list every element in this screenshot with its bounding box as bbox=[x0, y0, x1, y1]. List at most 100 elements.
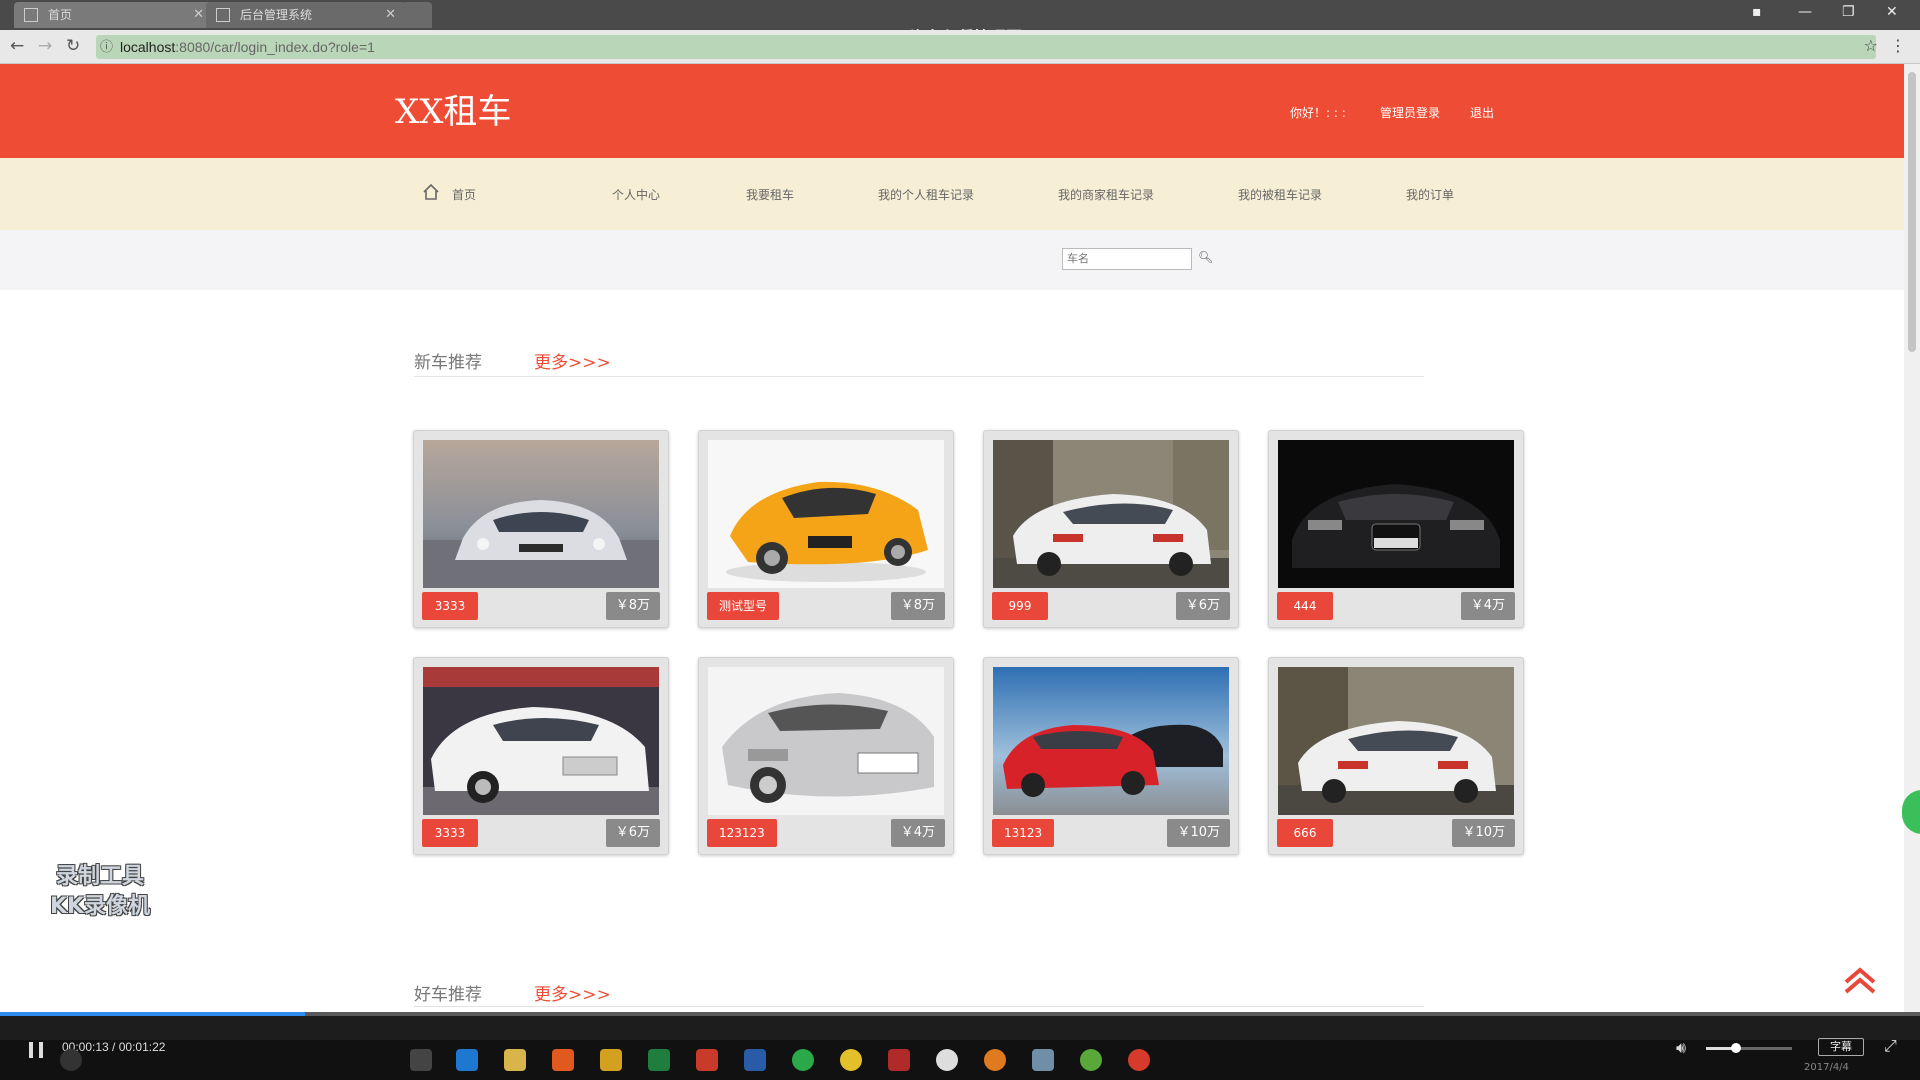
app-icon[interactable] bbox=[1032, 1049, 1054, 1071]
nav-item-merchant-rental-records[interactable]: 我的商家租车记录 bbox=[1058, 186, 1154, 203]
recorder-watermark: 录制工具 KK录像机 bbox=[30, 862, 170, 922]
car-image[interactable] bbox=[708, 440, 944, 588]
car-image[interactable] bbox=[708, 667, 944, 815]
search-input[interactable] bbox=[1062, 248, 1192, 270]
car-name-badge[interactable]: 3333 bbox=[422, 592, 478, 620]
excel-icon[interactable] bbox=[648, 1049, 670, 1071]
info-icon[interactable]: ⓘ bbox=[100, 35, 113, 59]
browser-menu-icon[interactable]: ⋮ bbox=[1890, 36, 1906, 55]
main-nav: 首页 个人中心 我要租车 我的个人租车记录 我的商家租车记录 我的被租车记录 我… bbox=[0, 158, 1904, 230]
minimize-icon[interactable]: — bbox=[1798, 4, 1812, 20]
car-price-badge: ￥8万 bbox=[890, 592, 945, 620]
nav-item-rented-out-records[interactable]: 我的被租车记录 bbox=[1238, 186, 1322, 203]
car-card[interactable]: 666 ￥10万 bbox=[1268, 657, 1524, 855]
forward-icon[interactable]: → bbox=[38, 36, 52, 56]
car-card[interactable]: 13123 ￥10万 bbox=[983, 657, 1239, 855]
home-icon bbox=[423, 183, 439, 200]
car-price-badge: ￥8万 bbox=[605, 592, 660, 620]
car-price-badge: ￥6万 bbox=[1175, 592, 1230, 620]
greeting-text: 你好！: : : bbox=[1290, 106, 1346, 120]
app-icon[interactable] bbox=[1080, 1049, 1102, 1071]
section-divider bbox=[414, 376, 1424, 377]
restore-icon[interactable]: ❐ bbox=[1842, 4, 1855, 20]
url-host: localhost bbox=[120, 39, 176, 55]
url-field[interactable]: ⓘ localhost:8080/car/login_index.do?role… bbox=[96, 35, 1876, 59]
logout-link[interactable]: 退出 bbox=[1470, 104, 1494, 121]
volume-icon[interactable]: 🔊︎ bbox=[1676, 1038, 1686, 1058]
search-icon[interactable]: 🔍︎ bbox=[1198, 250, 1213, 264]
address-bar: ← → ↻ ⓘ localhost:8080/car/login_index.d… bbox=[0, 30, 1920, 64]
car-image[interactable] bbox=[1278, 667, 1514, 815]
system-date: 2017/4/4 bbox=[1804, 1062, 1849, 1073]
car-name-badge[interactable]: 444 bbox=[1277, 592, 1333, 620]
subtitle-button[interactable]: 字幕 bbox=[1818, 1038, 1864, 1056]
car-price-badge: ￥10万 bbox=[1452, 819, 1515, 847]
site-header: XX租车 你好！: : : 管理员登录 退出 bbox=[0, 64, 1904, 158]
car-name-badge[interactable]: 123123 bbox=[707, 819, 777, 847]
car-image[interactable] bbox=[423, 667, 659, 815]
app-icon[interactable] bbox=[936, 1049, 958, 1071]
car-name-badge[interactable]: 999 bbox=[992, 592, 1048, 620]
wechat-icon[interactable] bbox=[792, 1049, 814, 1071]
site-logo[interactable]: XX租车 bbox=[395, 84, 511, 133]
more-link-good-cars[interactable]: 更多>>> bbox=[534, 980, 611, 1005]
car-card[interactable]: 444 ￥4万 bbox=[1268, 430, 1524, 628]
car-image[interactable] bbox=[993, 440, 1229, 588]
app-icon[interactable] bbox=[840, 1049, 862, 1071]
car-name-badge[interactable]: 13123 bbox=[992, 819, 1055, 847]
car-image[interactable] bbox=[993, 667, 1229, 815]
page-scrollbar[interactable] bbox=[1904, 64, 1920, 1024]
pause-icon[interactable] bbox=[26, 1040, 46, 1060]
bookmark-star-icon[interactable]: ☆ bbox=[1864, 36, 1878, 55]
section-divider bbox=[414, 1006, 1424, 1007]
app-icon[interactable] bbox=[888, 1049, 910, 1071]
total-time: 00:01:22 bbox=[118, 1040, 166, 1054]
firefox-icon[interactable] bbox=[552, 1049, 574, 1071]
page-icon bbox=[24, 8, 38, 22]
page-icon bbox=[216, 8, 230, 22]
task-view-icon[interactable] bbox=[410, 1049, 432, 1071]
folder-icon[interactable] bbox=[504, 1049, 526, 1071]
watermark-line: 录制工具 bbox=[55, 864, 144, 889]
reload-icon[interactable]: ↻ bbox=[66, 36, 80, 56]
app-icon[interactable] bbox=[1128, 1049, 1150, 1071]
window-close-icon[interactable]: ✕ bbox=[1886, 4, 1898, 20]
car-price-badge: ￥4万 bbox=[890, 819, 945, 847]
car-card[interactable]: 测试型号 ￥8万 bbox=[698, 430, 954, 628]
car-name-badge[interactable]: 3333 bbox=[422, 819, 478, 847]
scrollbar-thumb[interactable] bbox=[1908, 72, 1916, 352]
volume-slider[interactable] bbox=[1706, 1043, 1792, 1053]
tab-label: 首页 bbox=[48, 8, 73, 22]
word-icon[interactable] bbox=[744, 1049, 766, 1071]
edge-icon[interactable] bbox=[456, 1049, 478, 1071]
taskbar bbox=[0, 1040, 1920, 1080]
nav-item-personal-rental-records[interactable]: 我的个人租车记录 bbox=[878, 186, 974, 203]
url-path: :8080/car/login_index.do?role=1 bbox=[175, 39, 375, 55]
nav-item-my-orders[interactable]: 我的订单 bbox=[1406, 186, 1454, 203]
car-card[interactable]: 123123 ￥4万 bbox=[698, 657, 954, 855]
back-to-top-icon[interactable] bbox=[1842, 966, 1878, 994]
fullscreen-icon[interactable]: ⤢ bbox=[1884, 1036, 1897, 1056]
chrome-icon[interactable] bbox=[600, 1049, 622, 1071]
search-bar: 🔍︎ bbox=[0, 230, 1904, 290]
car-image[interactable] bbox=[423, 440, 659, 588]
more-link-new-cars[interactable]: 更多>>> bbox=[534, 348, 611, 373]
tab-label: 后台管理系统 bbox=[240, 8, 313, 22]
user-icon[interactable]: ▪ bbox=[1752, 4, 1762, 20]
car-price-badge: ￥10万 bbox=[1167, 819, 1230, 847]
nav-item-rent-car[interactable]: 我要租车 bbox=[746, 186, 794, 203]
car-price-badge: ￥6万 bbox=[605, 819, 660, 847]
car-card[interactable]: 3333 ￥8万 bbox=[413, 430, 669, 628]
car-name-badge[interactable]: 测试型号 bbox=[707, 592, 780, 620]
powerpoint-icon[interactable] bbox=[696, 1049, 718, 1071]
car-card[interactable]: 3333 ￥6万 bbox=[413, 657, 669, 855]
car-image[interactable] bbox=[1278, 440, 1514, 588]
nav-item-home[interactable]: 首页 bbox=[452, 186, 476, 203]
back-icon[interactable]: ← bbox=[10, 36, 24, 56]
app-icon[interactable] bbox=[984, 1049, 1006, 1071]
car-card[interactable]: 999 ￥6万 bbox=[983, 430, 1239, 628]
admin-login-link[interactable]: 管理员登录 bbox=[1380, 104, 1440, 121]
nav-item-profile[interactable]: 个人中心 bbox=[612, 186, 660, 203]
search-circle-icon[interactable] bbox=[60, 1049, 82, 1071]
car-name-badge[interactable]: 666 bbox=[1277, 819, 1333, 847]
